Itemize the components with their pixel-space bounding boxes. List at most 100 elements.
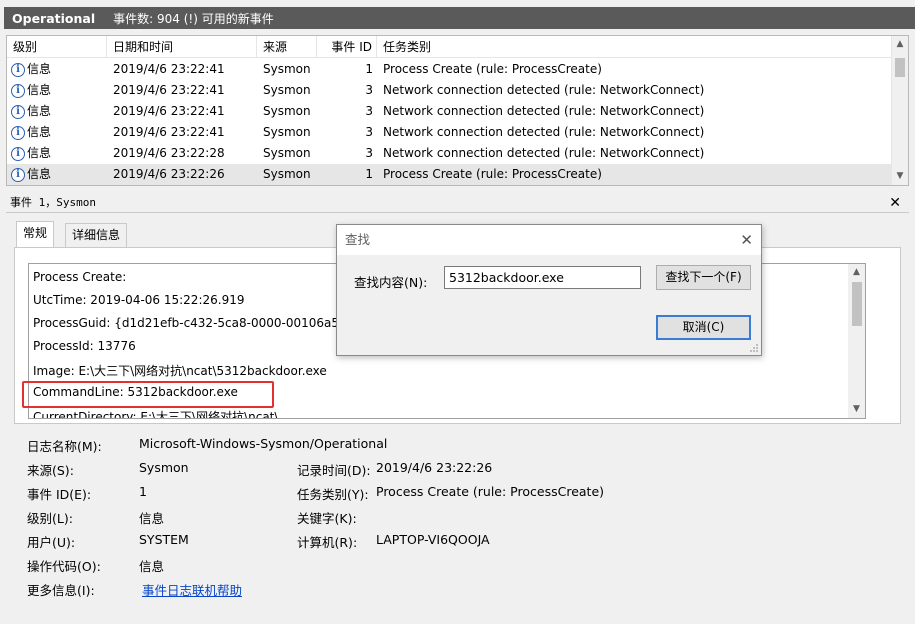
find-what-input[interactable] <box>444 266 641 289</box>
find-what-label: 查找内容(N): <box>354 275 428 290</box>
source-cell: Sysmon <box>263 146 311 160</box>
source-cell: Sysmon <box>263 125 311 139</box>
find-dialog-titlebar[interactable]: 查找 ✕ <box>337 225 761 255</box>
task-cell: Process Create (rule: ProcessCreate) <box>383 167 602 181</box>
task-cell: Network connection detected (rule: Netwo… <box>383 146 705 160</box>
info-icon: i <box>11 125 25 140</box>
table-row[interactable]: i 信息 2019/4/6 23:22:41 Sysmon 3 Network conne… <box>7 80 891 101</box>
event-id-cell: 3 <box>365 104 373 118</box>
event-list-scrollbar[interactable]: ▲ ▼ <box>891 36 908 185</box>
close-icon[interactable]: ✕ <box>740 225 753 255</box>
log-name-value: Microsoft-Windows-Sysmon/Operational <box>139 436 388 451</box>
level-cell: i 信息 <box>11 59 51 80</box>
description-line: CurrentDirectory: E:\大三下\网络对抗\ncat\ <box>33 410 279 419</box>
column-header-source[interactable]: 来源 <box>257 36 317 58</box>
event-list[interactable]: 级别 日期和时间 来源 事件 ID 任务类别 i 信息 2019/4/6 23:22… <box>6 35 909 186</box>
description-line: ProcessGuid: {d1d21efb-c432-5ca8-0000-00… <box>33 316 355 330</box>
column-header-task[interactable]: 任务类别 <box>377 36 891 58</box>
column-header-level[interactable]: 级别 <box>7 36 107 58</box>
table-row[interactable]: i 信息 2019/4/6 23:22:41 Sysmon 3 Network conne… <box>7 101 891 122</box>
logged-value: 2019/4/6 23:22:26 <box>376 460 493 475</box>
opcode-value: 信息 <box>139 559 165 574</box>
online-help-link[interactable]: 事件日志联机帮助 <box>142 580 242 599</box>
log-title-bar: Operational 事件数: 904 (!) 可用的新事件 <box>4 7 915 29</box>
cancel-button[interactable]: 取消(C) <box>656 315 751 340</box>
source-cell: Sysmon <box>263 62 311 76</box>
level-text: 信息 <box>27 83 52 97</box>
level-text: 信息 <box>27 146 52 160</box>
description-line: Process Create: <box>33 270 127 284</box>
level-text: 信息 <box>27 104 52 118</box>
task-category-value: Process Create (rule: ProcessCreate) <box>376 484 605 499</box>
level-cell: i 信息 <box>11 122 51 143</box>
scroll-thumb[interactable] <box>852 282 862 326</box>
description-scrollbar[interactable]: ▲ ▼ <box>848 264 865 418</box>
find-next-button[interactable]: 查找下一个(F) <box>656 265 751 290</box>
event-id-cell: 3 <box>365 125 373 139</box>
datetime-cell: 2019/4/6 23:22:41 <box>113 125 225 139</box>
task-cell: Network connection detected (rule: Netwo… <box>383 104 705 118</box>
datetime-cell: 2019/4/6 23:22:41 <box>113 104 225 118</box>
source-cell: Sysmon <box>263 167 311 181</box>
log-name-label: 日志名称(M): <box>27 439 102 454</box>
table-row[interactable]: i 信息 2019/4/6 23:22:41 Sysmon 1 Process Creat… <box>7 59 891 80</box>
description-line: ProcessId: 13776 <box>33 339 136 353</box>
scroll-down-arrow-icon[interactable]: ▼ <box>892 168 908 185</box>
commandline-highlight-box <box>22 381 274 408</box>
computer-label: 计算机(R): <box>297 535 358 550</box>
description-line: UtcTime: 2019-04-06 15:22:26.919 <box>33 293 245 307</box>
logged-label: 记录时间(D): <box>297 463 371 478</box>
table-row[interactable]: i 信息 2019/4/6 23:22:26 Sysmon 1 Process Creat… <box>7 164 891 185</box>
event-list-header: 级别 日期和时间 来源 事件 ID 任务类别 <box>7 36 891 58</box>
level-cell: i 信息 <box>11 143 51 164</box>
level-cell: i 信息 <box>11 164 51 185</box>
event-detail-header: 事件 1，Sysmon ✕ <box>6 193 909 213</box>
tab-details[interactable]: 详细信息 <box>65 223 128 247</box>
source-label: 来源(S): <box>27 463 74 478</box>
task-category-label: 任务类别(Y): <box>297 487 369 502</box>
info-icon: i <box>11 146 25 161</box>
log-name: Operational <box>12 10 96 26</box>
scroll-up-arrow-icon[interactable]: ▲ <box>892 36 908 53</box>
description-line: Image: E:\大三下\网络对抗\ncat\5312backdoor.exe <box>33 364 327 378</box>
info-icon: i <box>11 62 25 77</box>
task-cell: Network connection detected (rule: Netwo… <box>383 125 705 139</box>
info-icon: i <box>11 104 25 119</box>
event-id-cell: 1 <box>365 167 373 181</box>
column-header-datetime[interactable]: 日期和时间 <box>107 36 257 58</box>
user-label: 用户(U): <box>27 535 76 550</box>
level-cell: i 信息 <box>11 80 51 101</box>
find-dialog: 查找 ✕ 查找内容(N): 查找下一个(F) 取消(C) <box>336 224 762 356</box>
close-icon[interactable]: ✕ <box>889 193 901 213</box>
event-id-cell: 3 <box>365 146 373 160</box>
datetime-cell: 2019/4/6 23:22:28 <box>113 146 225 160</box>
event-detail-title: 事件 1，Sysmon <box>10 196 96 209</box>
keywords-label: 关键字(K): <box>297 511 357 526</box>
datetime-cell: 2019/4/6 23:22:41 <box>113 83 225 97</box>
level-text: 信息 <box>27 125 52 139</box>
table-row[interactable]: i 信息 2019/4/6 23:22:41 Sysmon 3 Network conne… <box>7 122 891 143</box>
scroll-up-arrow-icon[interactable]: ▲ <box>848 264 865 281</box>
task-cell: Network connection detected (rule: Netwo… <box>383 83 705 97</box>
find-dialog-title: 查找 <box>345 232 371 247</box>
event-id-cell: 3 <box>365 83 373 97</box>
event-count-info: 事件数: 904 (!) 可用的新事件 <box>113 11 274 26</box>
table-row[interactable]: i 信息 2019/4/6 23:22:28 Sysmon 3 Network conne… <box>7 143 891 164</box>
source-cell: Sysmon <box>263 104 311 118</box>
opcode-label: 操作代码(O): <box>27 559 101 574</box>
info-icon: i <box>11 167 25 182</box>
scroll-down-arrow-icon[interactable]: ▼ <box>848 401 865 418</box>
column-header-event-id[interactable]: 事件 ID <box>317 36 377 58</box>
scroll-thumb[interactable] <box>895 58 905 77</box>
computer-value: LAPTOP-VI6QOOJA <box>376 532 490 547</box>
tab-general[interactable]: 常规 <box>16 221 55 248</box>
level-text: 信息 <box>27 167 52 181</box>
resize-grip-icon[interactable] <box>749 343 759 353</box>
event-id-cell: 1 <box>365 62 373 76</box>
task-cell: Process Create (rule: ProcessCreate) <box>383 62 602 76</box>
level-cell: i 信息 <box>11 101 51 122</box>
event-id-value: 1 <box>139 484 147 499</box>
level-text: 信息 <box>27 62 52 76</box>
more-info-label: 更多信息(I): <box>27 583 95 598</box>
event-id-label: 事件 ID(E): <box>27 487 92 502</box>
